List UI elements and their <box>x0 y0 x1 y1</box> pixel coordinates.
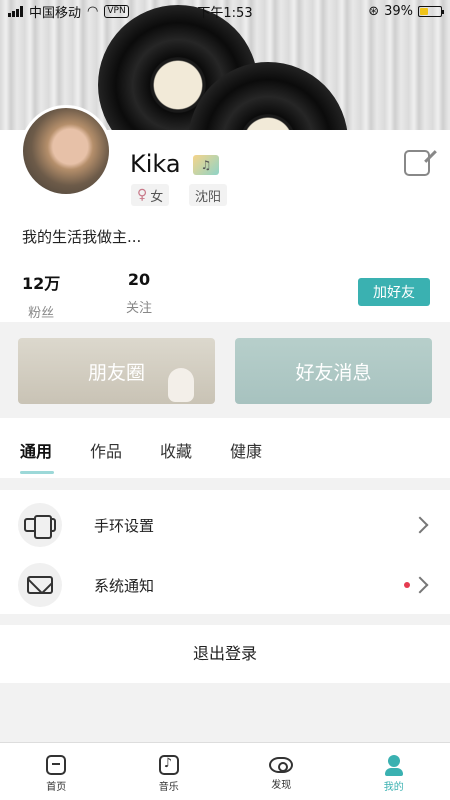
wristband-icon <box>18 503 62 547</box>
settings-list: 手环设置 系统通知 <box>0 490 450 614</box>
bio-text: 我的生活我做主... <box>22 228 142 246</box>
tabbar-label-discover: 发现 <box>271 780 292 791</box>
fans-stat[interactable]: 12万 粉丝 <box>22 270 60 321</box>
chevron-right-icon <box>411 516 429 534</box>
tabbar-label-music: 音乐 <box>158 782 179 793</box>
wifi-icon: ◠ <box>87 3 99 19</box>
fans-count: 12万 <box>22 274 61 293</box>
tabbar-item-home[interactable]: 首页 <box>0 743 113 800</box>
follow-label: 关注 <box>126 301 153 316</box>
chevron-right-icon <box>411 576 429 594</box>
list-item-system-notifications[interactable]: 系统通知 <box>0 556 450 614</box>
bottom-tab-bar: 首页 音乐 发现 我的 <box>0 742 450 800</box>
tabbar-item-music[interactable]: 音乐 <box>113 743 226 800</box>
female-icon: ♀ <box>137 187 148 203</box>
system-notifications-label: 系统通知 <box>94 576 155 595</box>
profile-tabs: 通用 作品 收藏 健康 <box>0 418 450 478</box>
moments-card-label: 朋友圈 <box>87 361 145 384</box>
eye-icon <box>269 757 294 773</box>
city-tag: 沈阳 <box>189 184 228 206</box>
profile-card: Kika ♫ ♀ 女 沈阳 我的生活我做主... 12万 粉丝 20 关注 加好… <box>0 105 450 322</box>
tab-health[interactable]: 健康 <box>230 434 262 462</box>
logout-button[interactable]: 退出登录 <box>0 625 450 683</box>
battery-percent: 39% <box>384 3 413 19</box>
friend-messages-card[interactable]: 好友消息 <box>235 338 432 404</box>
music-badge-icon: ♫ <box>193 155 219 175</box>
tab-favorites[interactable]: 收藏 <box>160 434 192 462</box>
city-label: 沈阳 <box>195 189 222 205</box>
home-icon <box>46 755 67 775</box>
fans-label: 粉丝 <box>28 306 55 321</box>
friend-messages-card-label: 好友消息 <box>295 361 372 384</box>
gender-label: 女 <box>150 189 164 205</box>
tabbar-label-home: 首页 <box>46 782 67 793</box>
tab-general[interactable]: 通用 <box>20 434 55 474</box>
gender-tag: ♀ 女 <box>131 184 170 206</box>
wristband-settings-label: 手环设置 <box>94 516 155 535</box>
feature-cards: 朋友圈 好友消息 <box>0 322 450 418</box>
avatar[interactable] <box>20 105 112 197</box>
tab-works[interactable]: 作品 <box>90 434 122 462</box>
list-item-wristband-settings[interactable]: 手环设置 <box>0 496 450 554</box>
battery-icon <box>418 5 444 17</box>
profile-name: Kika <box>130 150 181 178</box>
person-icon <box>384 755 404 776</box>
tabbar-item-me[interactable]: 我的 <box>338 743 450 800</box>
music-icon <box>158 755 179 775</box>
follow-count: 20 <box>127 270 151 289</box>
follow-stat[interactable]: 20 关注 <box>126 270 152 316</box>
edit-profile-icon[interactable] <box>404 150 430 176</box>
vpn-badge: VPN <box>104 4 129 18</box>
signal-icon <box>8 5 23 17</box>
add-friend-button[interactable]: 加好友 <box>358 278 430 306</box>
envelope-icon <box>18 563 62 607</box>
orientation-lock-icon: ⊛ <box>368 3 380 19</box>
tabbar-label-me: 我的 <box>383 782 404 793</box>
notification-dot <box>404 582 410 588</box>
carrier-label: 中国移动 <box>29 5 82 21</box>
moments-card[interactable]: 朋友圈 <box>18 338 215 404</box>
tabbar-item-discover[interactable]: 发现 <box>225 743 338 800</box>
status-bar: 中国移动 ◠ VPN 下午1:53 ⊛ 39% <box>0 0 450 22</box>
